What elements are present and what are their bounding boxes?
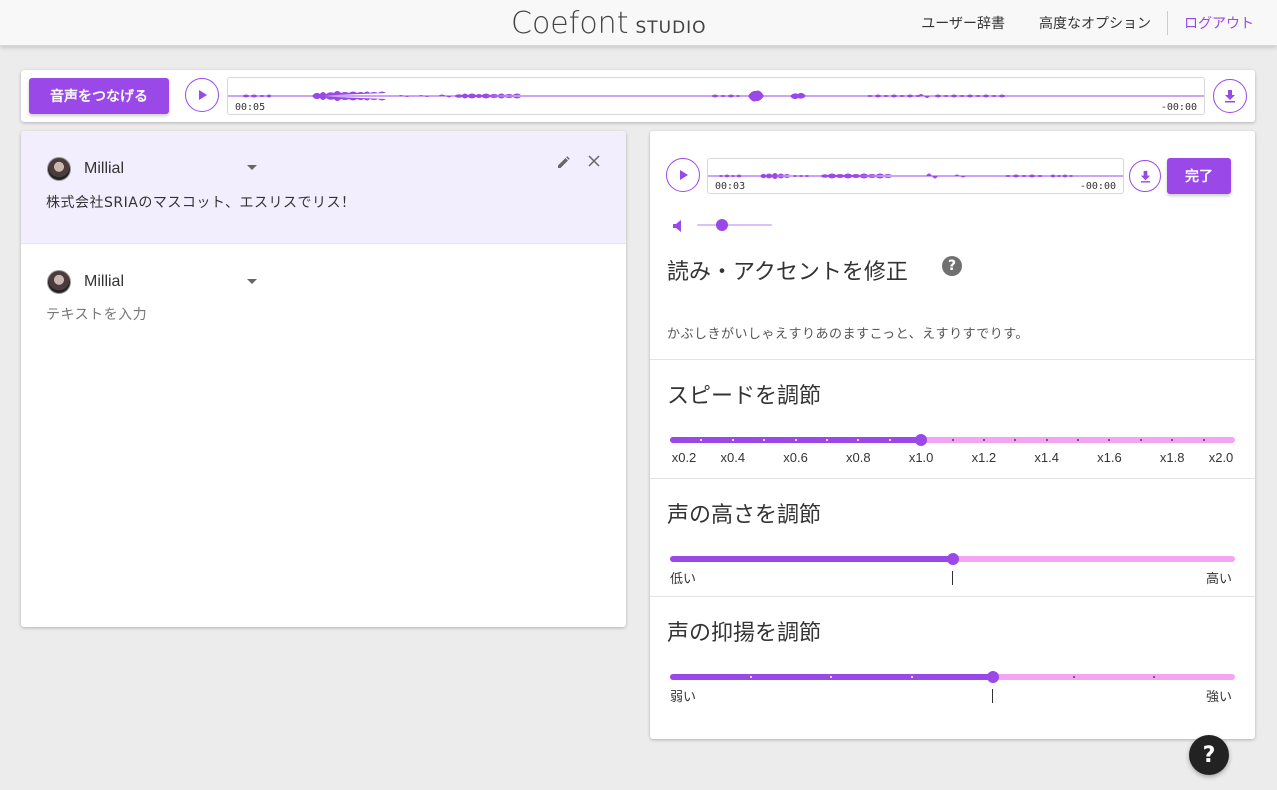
intonation-center-mark [992, 689, 993, 703]
text-rows-panel: Millial 株式会社SRIAのマスコット、エスリスでリス！ Millial … [21, 131, 626, 627]
speed-step-dot [731, 439, 734, 441]
join-audio-button[interactable]: 音声をつなげる [29, 78, 169, 114]
speed-tick-label: x0.4 [720, 450, 746, 465]
editor-play-button[interactable] [666, 158, 700, 192]
pitch-center-mark [952, 571, 953, 585]
speed-tick-label: x2.0 [1208, 450, 1234, 465]
waveform-remaining-time: -00:00 [1079, 181, 1116, 192]
nav-user-dictionary[interactable]: ユーザー辞書 [904, 13, 1022, 33]
speed-slider-thumb[interactable] [915, 434, 928, 446]
row-text-placeholder[interactable]: テキストを入力 [46, 304, 147, 324]
volume-icon[interactable] [672, 218, 684, 237]
waveform-current-time: 00:05 [235, 102, 266, 113]
speaker-dropdown-icon[interactable] [247, 279, 257, 284]
speed-tick-label: x1.0 [908, 450, 934, 465]
done-button[interactable]: 完了 [1167, 158, 1231, 194]
text-row[interactable]: Millial 株式会社SRIAのマスコット、エスリスでリス！ [21, 131, 626, 244]
accent-section-title: 読み・アクセントを修正 [667, 260, 908, 285]
play-button[interactable] [185, 78, 219, 112]
play-icon [680, 170, 688, 180]
download-icon [1225, 90, 1235, 103]
editor-waveform[interactable]: 00:03 -00:00 [707, 158, 1124, 194]
waveform-remaining-time: -00:00 [1160, 102, 1197, 113]
pitch-low-label: 低い [670, 572, 697, 587]
speed-tick-label: x0.8 [846, 450, 871, 465]
intonation-section-title: 声の抑揚を調節 [667, 621, 822, 646]
merged-audio-bar: 音声をつなげる 00:05 -00:00 [21, 70, 1255, 122]
section-divider [650, 359, 1255, 360]
speaker-name: Millial [84, 273, 124, 290]
speed-tick-label: x1.8 [1159, 450, 1185, 465]
speed-tick-label: x1.4 [1034, 450, 1059, 465]
logo-main-text: Coefont [511, 6, 629, 41]
pitch-slider-fill [670, 556, 953, 562]
speed-step-dot [794, 439, 797, 441]
speed-step-dot [1202, 439, 1205, 441]
speed-tick-label: x0.6 [783, 450, 808, 465]
intonation-low-label: 弱い [670, 690, 697, 705]
speaker-name: Millial [84, 160, 124, 177]
speed-step-dot [888, 439, 891, 441]
play-icon [199, 90, 207, 100]
row-text[interactable]: 株式会社SRIAのマスコット、エスリスでリス！ [46, 192, 356, 212]
merged-waveform[interactable]: 00:05 -00:00 [227, 77, 1205, 115]
waveform-graphic [228, 90, 1204, 102]
speed-step-dot [1045, 439, 1048, 441]
speed-tick-label: x0.2 [671, 450, 697, 465]
section-divider [650, 478, 1255, 479]
coefont-studio-logo[interactable]: Coefont STUDIO [511, 5, 707, 41]
download-button[interactable] [1213, 79, 1247, 113]
text-row[interactable]: Millial テキストを入力 [21, 244, 626, 344]
speed-step-dot [825, 439, 828, 441]
speed-step-dot [1139, 439, 1142, 441]
nav-advanced-options[interactable]: 高度なオプション [1022, 13, 1167, 33]
intonation-slider-thumb[interactable] [986, 671, 999, 683]
pitch-section-title: 声の高さを調節 [667, 503, 822, 528]
intonation-step-dot [749, 676, 752, 678]
speed-section-title: スピードを調節 [667, 384, 822, 409]
help-button[interactable]: ? [1189, 735, 1229, 775]
logo-sub-text: STUDIO [635, 18, 707, 38]
section-divider [650, 596, 1255, 597]
speed-tick-label: x1.6 [1097, 450, 1122, 465]
header-nav: ユーザー辞書 高度なオプション ログアウト [904, 0, 1277, 46]
pitch-slider-thumb[interactable] [946, 553, 959, 565]
waveform-graphic [708, 173, 1123, 179]
intonation-high-label: 強い [1206, 690, 1233, 705]
speed-step-dot [982, 439, 985, 441]
edit-icon[interactable] [557, 155, 571, 172]
editor-download-button[interactable] [1129, 160, 1161, 192]
download-icon [1140, 170, 1150, 183]
speaker-avatar [47, 157, 71, 181]
speaker-avatar [47, 270, 71, 294]
nav-logout[interactable]: ログアウト [1168, 13, 1277, 33]
intonation-step-dot [1072, 676, 1075, 678]
waveform-current-time: 00:03 [715, 181, 746, 192]
speed-step-dot [951, 439, 954, 441]
close-icon[interactable] [588, 155, 600, 170]
speed-tick-label: x1.2 [971, 450, 997, 465]
pitch-high-label: 高い [1206, 572, 1233, 587]
voice-editor-panel: 00:03 -00:00 完了 読み・アクセントを修正 ? かぶしきがいしゃえす… [650, 131, 1255, 739]
volume-slider-thumb[interactable] [715, 219, 728, 231]
reading-text[interactable]: かぶしきがいしゃえすりあのますこっと、えすりすでりす。 [667, 323, 1029, 342]
app-header: Coefont STUDIO ユーザー辞書 高度なオプション ログアウト [0, 0, 1277, 46]
volume-slider-track[interactable] [697, 224, 772, 226]
accent-help-icon[interactable]: ? [942, 256, 962, 276]
speaker-dropdown-icon[interactable] [247, 165, 257, 170]
